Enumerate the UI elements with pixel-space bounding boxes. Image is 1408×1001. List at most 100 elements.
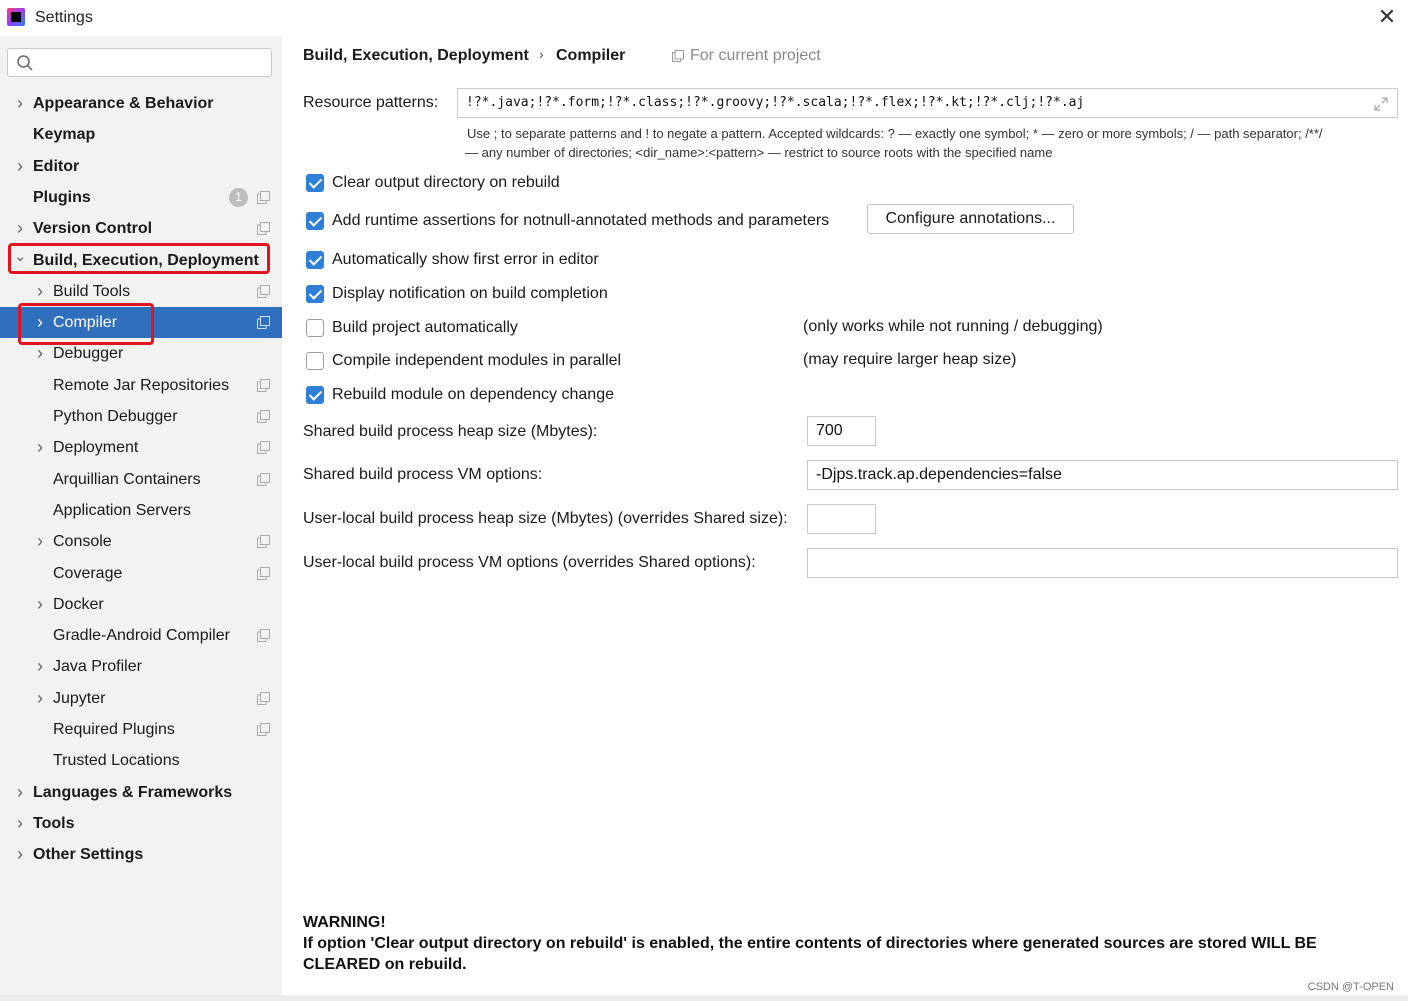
chevron-right-icon[interactable]: › (14, 151, 26, 182)
checkbox-checked[interactable] (306, 386, 324, 404)
sidebar-item-label: Languages & Frameworks (33, 783, 233, 801)
sidebar-item-gradle-android-compiler[interactable]: Gradle-Android Compiler (0, 620, 282, 651)
sidebar-item-version-control[interactable]: › Version Control (0, 213, 282, 244)
close-icon[interactable]: ✕ (1374, 4, 1400, 30)
project-level-icon (257, 190, 270, 204)
sidebar-item-deployment[interactable]: › Deployment (0, 432, 282, 463)
chevron-right-icon[interactable]: › (14, 88, 26, 119)
sidebar-item-label: Console (53, 533, 112, 551)
sidebar-item-languages-frameworks[interactable]: › Languages & Frameworks (0, 777, 282, 808)
chevron-right-icon[interactable]: › (34, 589, 46, 620)
search-input[interactable] (38, 52, 266, 73)
project-level-icon (257, 535, 270, 549)
resource-patterns-field[interactable]: !?*.java;!?*.form;!?*.class;!?*.groovy;!… (457, 88, 1398, 118)
sidebar-item-debugger[interactable]: › Debugger (0, 338, 282, 369)
shared-vm-options-label: Shared build process VM options: (303, 466, 543, 483)
configure-annotations-button[interactable]: Configure annotations... (867, 204, 1074, 234)
sidebar-item-label: Gradle-Android Compiler (53, 627, 230, 645)
title-bar: Settings ✕ (0, 0, 1408, 36)
sidebar-item-compiler[interactable]: › Compiler (0, 307, 282, 339)
sidebar-item-label: Jupyter (53, 689, 106, 707)
sidebar-item-label: Trusted Locations (53, 752, 180, 770)
checkbox-checked[interactable] (306, 285, 324, 303)
user-heap-field[interactable] (807, 504, 876, 534)
sidebar-item-label: Java Profiler (53, 658, 142, 676)
resource-patterns-hint-1: Use ; to separate patterns and ! to nega… (467, 126, 1323, 141)
option-label: Automatically show first error in editor (332, 251, 599, 268)
sidebar-item-other-settings[interactable]: › Other Settings (0, 839, 282, 870)
option-label: Build project automatically (332, 319, 518, 336)
settings-search-box[interactable] (7, 48, 272, 77)
shared-heap-label: Shared build process heap size (Mbytes): (303, 423, 598, 440)
warning-text: If option 'Clear output directory on reb… (303, 935, 1317, 973)
shared-vm-options-field[interactable] (807, 460, 1398, 490)
sidebar-item-tools[interactable]: › Tools (0, 808, 282, 839)
chevron-right-icon[interactable]: › (34, 338, 46, 369)
project-level-icon (257, 378, 270, 392)
user-vm-options-label: User-local build process VM options (ove… (303, 554, 756, 571)
update-count-badge: 1 (229, 187, 248, 207)
chevron-right-icon[interactable]: › (14, 839, 26, 870)
checkbox-checked[interactable] (306, 251, 324, 269)
expand-icon[interactable] (1373, 96, 1389, 112)
chevron-right-icon[interactable]: › (14, 213, 26, 244)
chevron-right-icon[interactable]: › (34, 276, 46, 307)
chevron-down-icon[interactable]: ⌄ (14, 245, 27, 276)
user-vm-options-field[interactable] (807, 548, 1398, 578)
intellij-logo-icon (7, 8, 25, 26)
sidebar-item-label: Other Settings (33, 846, 144, 864)
sidebar-item-label: Remote Jar Repositories (53, 376, 230, 394)
checkbox-unchecked[interactable] (306, 319, 324, 337)
project-level-icon (257, 691, 270, 705)
chevron-right-icon[interactable]: › (14, 777, 26, 808)
sidebar-item-label: Deployment (53, 439, 139, 457)
chevron-right-icon[interactable]: › (34, 683, 46, 714)
sidebar-item-plugins[interactable]: Plugins 1 (0, 182, 282, 213)
sidebar-item-keymap[interactable]: Keymap (0, 119, 282, 150)
sidebar-item-coverage[interactable]: Coverage (0, 558, 282, 589)
sidebar-item-python-debugger[interactable]: Python Debugger (0, 401, 282, 432)
sidebar-item-java-profiler[interactable]: › Java Profiler (0, 651, 282, 682)
user-heap-label: User-local build process heap size (Mbyt… (303, 510, 788, 527)
checkbox-checked[interactable] (306, 174, 324, 192)
breadcrumb-parent[interactable]: Build, Execution, Deployment (303, 47, 529, 65)
sidebar-item-label: Compiler (53, 314, 118, 332)
chevron-right-icon[interactable]: › (34, 526, 46, 557)
compiler-settings-panel: Build, Execution, Deployment › Compiler … (282, 36, 1408, 995)
sidebar-item-label: Application Servers (53, 501, 191, 519)
sidebar-item-jupyter[interactable]: › Jupyter (0, 683, 282, 714)
sidebar-item-label: Required Plugins (53, 721, 175, 738)
sidebar-item-label: Coverage (53, 564, 123, 582)
sidebar-item-arquillian-containers[interactable]: Arquillian Containers (0, 464, 282, 495)
sidebar-item-application-servers[interactable]: Application Servers (0, 495, 282, 526)
sidebar-item-docker[interactable]: › Docker (0, 589, 282, 620)
sidebar-item-label: Debugger (53, 345, 124, 363)
resource-patterns-label: Resource patterns: (303, 94, 439, 111)
sidebar-item-editor[interactable]: › Editor (0, 151, 282, 182)
option-label: Compile independent modules in parallel (332, 352, 622, 369)
chevron-right-icon[interactable]: › (14, 808, 26, 839)
sidebar-item-build-execution-deployment[interactable]: ⌄ Build, Execution, Deployment (0, 245, 282, 276)
sidebar-item-required-plugins[interactable]: Required Plugins (0, 714, 282, 745)
sidebar-item-label: Build, Execution, Deployment (33, 251, 259, 269)
shared-heap-field[interactable] (807, 416, 876, 446)
chevron-right-icon[interactable]: › (34, 432, 46, 463)
checkbox-checked[interactable] (306, 212, 324, 230)
sidebar-item-remote-jar-repositories[interactable]: Remote Jar Repositories (0, 370, 282, 401)
sidebar-item-label: Editor (33, 157, 80, 175)
window-title: Settings (35, 9, 93, 26)
sidebar-item-trusted-locations[interactable]: Trusted Locations (0, 745, 282, 776)
resource-patterns-hint-2: — any number of directories; <dir_name>:… (465, 145, 1053, 160)
project-level-icon (257, 472, 270, 486)
sidebar-item-label: Docker (53, 595, 104, 613)
project-level-icon (257, 441, 270, 455)
sidebar-item-appearance-behavior[interactable]: › Appearance & Behavior (0, 88, 282, 119)
warning-title: WARNING! (303, 914, 386, 931)
sidebar-item-console[interactable]: › Console (0, 526, 282, 557)
sidebar-item-build-tools[interactable]: › Build Tools (0, 276, 282, 307)
checkbox-unchecked[interactable] (306, 352, 324, 370)
chevron-right-icon[interactable]: › (34, 651, 46, 682)
chevron-right-icon[interactable]: › (34, 307, 46, 338)
sidebar-item-label: Version Control (33, 220, 153, 238)
option-label: Clear output directory on rebuild (332, 174, 560, 191)
